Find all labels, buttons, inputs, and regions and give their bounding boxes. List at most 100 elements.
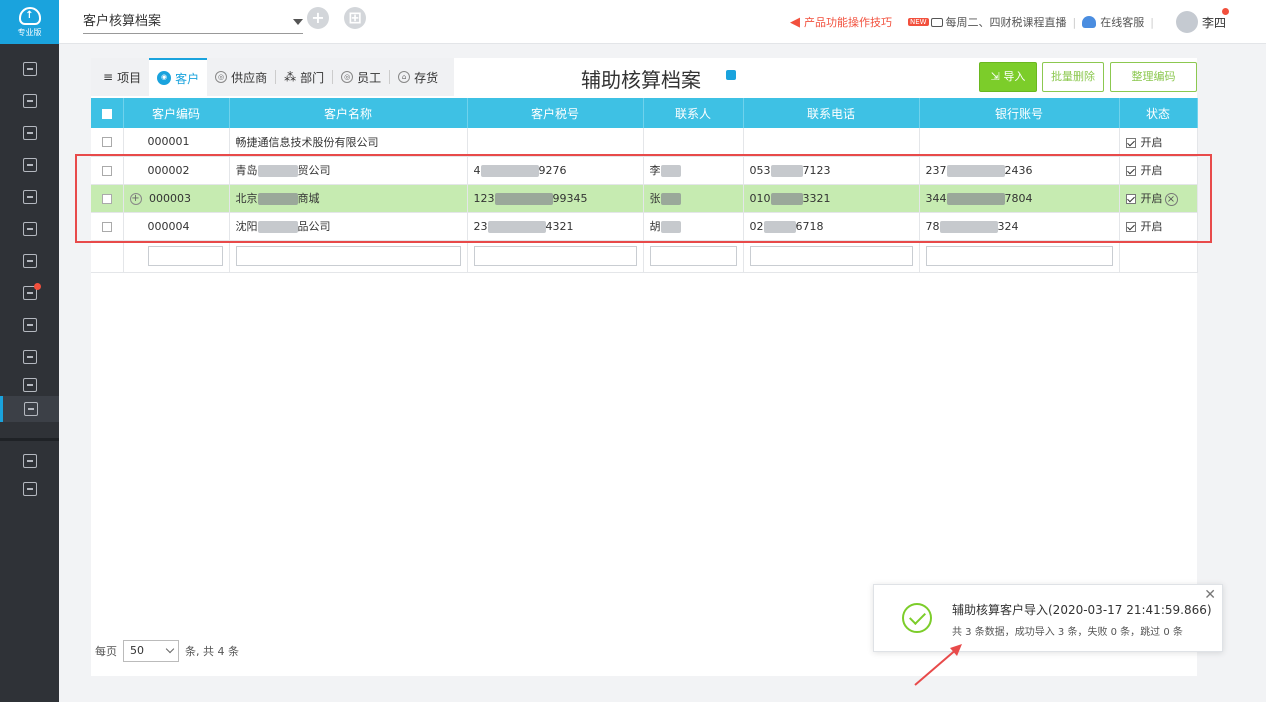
toast-title: 辅助核算客户导入(2020-03-17 21:41:59.866) <box>952 603 1212 617</box>
status-checkbox[interactable] <box>1125 194 1136 204</box>
name-part: 商城 <box>297 192 320 205</box>
batch-delete-button[interactable]: 批量删除 <box>1042 62 1104 92</box>
page-select-value: 客户核算档案 <box>83 14 162 29</box>
tab-department[interactable]: ⁂ 部门 <box>276 58 332 96</box>
table-row[interactable]: + 000003 北京 商城 123 99345 张 010 3321 344 7804… <box>91 184 1198 213</box>
sidebar-invoice-icon[interactable] <box>0 216 59 242</box>
row-checkbox[interactable] <box>101 221 112 232</box>
sidebar-shield-icon[interactable] <box>0 372 59 398</box>
phone-part: 3321 <box>802 191 831 205</box>
tab-employee[interactable]: ◎ 员工 <box>333 58 389 96</box>
row-checkbox[interactable] <box>101 165 112 176</box>
tax-part: 99345 <box>552 191 588 205</box>
row-check-cell[interactable] <box>91 128 124 157</box>
import-button[interactable]: ⇲ 导入 <box>979 62 1037 92</box>
tab-label: 员工 <box>357 70 382 85</box>
sidebar-voucher-icon[interactable] <box>0 56 59 82</box>
tax-part: 23 <box>473 219 488 233</box>
new-tax-input[interactable] <box>473 246 637 266</box>
new-contact-input[interactable] <box>649 246 737 266</box>
status-checkbox[interactable] <box>1125 222 1136 232</box>
sidebar-report-icon[interactable] <box>0 120 59 146</box>
help-video-icon[interactable] <box>726 70 736 80</box>
col-header: 客户税号 <box>467 98 644 128</box>
department-icon: ⁂ <box>284 70 297 84</box>
online-service-link[interactable]: 在线客服 <box>1100 14 1144 30</box>
tab-supplier[interactable]: ◎ 供应商 <box>207 58 275 96</box>
brand-logo[interactable]: ↑ 专业版 <box>0 0 59 44</box>
delete-row-icon[interactable]: × <box>1164 193 1178 206</box>
live-course-link[interactable]: 每周二、四财税课程直播 <box>946 14 1067 30</box>
sidebar-ledger-icon[interactable] <box>0 88 59 114</box>
sidebar-calculator-icon[interactable] <box>0 184 59 210</box>
toast-body: 共 3 条数据，成功导入 3 条，失败 0 条，跳过 0 条 <box>952 627 1183 638</box>
new-name-input[interactable] <box>235 246 461 266</box>
row-check-cell[interactable] <box>91 184 124 213</box>
sidebar-settings-icon[interactable] <box>0 396 59 422</box>
sidebar-search-icon[interactable] <box>0 344 59 370</box>
tab-customer[interactable]: ◉ 客户 <box>149 58 208 96</box>
product-tips-link[interactable]: 产品功能操作技巧 <box>804 14 892 30</box>
select-all-checkbox[interactable] <box>101 108 112 119</box>
new-bank-input[interactable] <box>925 246 1113 266</box>
new-phone-input[interactable] <box>749 246 913 266</box>
cell-name: 畅捷通信息技术股份有限公司 <box>229 128 468 157</box>
row-checkbox[interactable] <box>101 193 112 204</box>
sidebar-tax-icon[interactable] <box>0 248 59 274</box>
tab-inventory[interactable]: ⌂ 存货 <box>390 58 446 96</box>
tab-project[interactable]: ≡ 项目 <box>95 58 149 96</box>
sidebar-divider <box>0 438 59 441</box>
sidebar-salary-icon[interactable] <box>0 312 59 338</box>
cloud-upload-icon: ↑ <box>18 6 41 25</box>
salary-icon <box>22 318 37 332</box>
grid-circle-button[interactable]: ⊞ <box>344 7 366 29</box>
tax-part: 4 <box>473 163 481 177</box>
cell-bank: 344 7804 <box>919 184 1120 213</box>
add-row-icon[interactable]: + <box>129 192 142 205</box>
pagination: 每页 50 条, 共 4 条 <box>95 640 239 662</box>
table-row[interactable]: 000001 畅捷通信息技术股份有限公司 开启 <box>91 128 1198 157</box>
row-checkbox[interactable] <box>101 137 112 148</box>
sort-code-button[interactable]: 整理编码 <box>1110 62 1197 92</box>
new-row-inputs <box>91 240 1198 273</box>
close-icon[interactable]: ✕ <box>1204 587 1216 603</box>
table-header-row: 客户编码 客户名称 客户税号 联系人 联系电话 银行账号 状态 <box>91 98 1198 128</box>
tax-part: 4321 <box>545 219 574 233</box>
status-checkbox[interactable] <box>1125 166 1136 176</box>
name-part: 沈阳 <box>235 220 258 233</box>
total-count: 条, 共 4 条 <box>185 645 239 658</box>
row-check-cell[interactable] <box>91 156 124 185</box>
row-check-cell[interactable] <box>91 212 124 241</box>
col-header: 联系人 <box>643 98 744 128</box>
caret-down-icon <box>293 19 303 25</box>
list-icon: ≡ <box>103 70 114 84</box>
megaphone-icon: ◀ <box>789 14 800 30</box>
customer-service-icon <box>1082 16 1097 28</box>
per-page-select[interactable]: 50 <box>123 640 179 662</box>
cell-code: 000004 <box>123 212 230 241</box>
phone-part: 6718 <box>795 219 824 233</box>
cell-bank: 237 2436 <box>919 156 1120 185</box>
new-code-input[interactable] <box>147 246 223 266</box>
sidebar-document-icon[interactable] <box>0 152 59 178</box>
sidebar-asset-icon[interactable] <box>0 280 59 306</box>
sidebar-video-icon[interactable] <box>0 448 59 474</box>
select-all-cell[interactable] <box>91 98 124 128</box>
phone-part: 010 <box>749 191 771 205</box>
cell-phone <box>743 128 920 157</box>
phone-part: 053 <box>749 163 771 177</box>
status-checkbox[interactable] <box>1125 137 1136 148</box>
sidebar-speed-icon[interactable] <box>0 476 59 502</box>
table-row[interactable]: 000002 青岛 贸公司 4 9276 李 053 7123 237 2436 开启 <box>91 156 1198 185</box>
page-title: 辅助核算档案 <box>581 68 701 92</box>
table-row[interactable]: 000004 沈阳 品公司 23 4321 胡 02 6718 78 324 开启 <box>91 212 1198 241</box>
cell-code: 000002 <box>123 156 230 185</box>
tab-label: 客户 <box>175 71 200 86</box>
page-select-dropdown[interactable]: 客户核算档案 <box>83 10 303 34</box>
cell-status: 开启 <box>1119 156 1198 185</box>
user-name[interactable]: 李四 <box>1202 14 1226 31</box>
col-header: 客户名称 <box>229 98 468 128</box>
brand-text: 专业版 <box>17 27 42 37</box>
add-circle-button[interactable]: + <box>307 7 329 29</box>
avatar[interactable] <box>1175 11 1198 33</box>
